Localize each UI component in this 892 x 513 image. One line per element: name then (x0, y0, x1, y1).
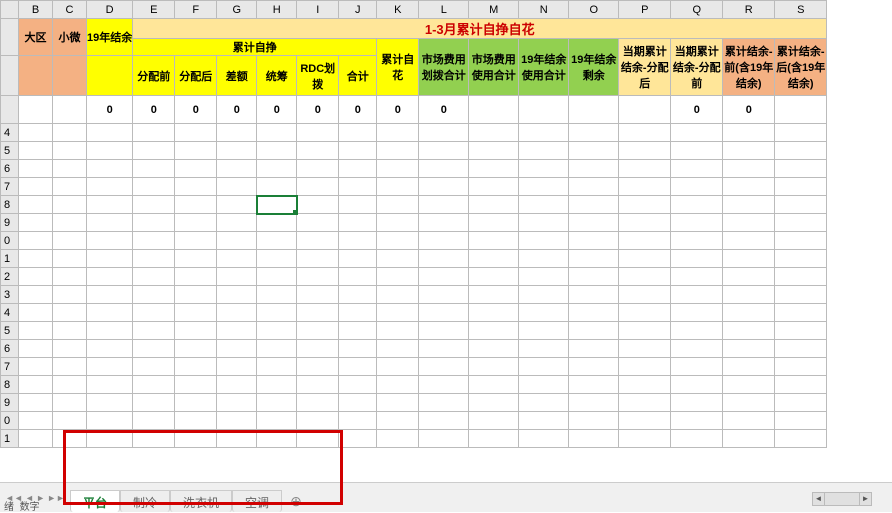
col-L[interactable]: L (419, 1, 469, 19)
row-hdr-11[interactable]: 1 (1, 250, 19, 268)
col-P[interactable]: P (619, 1, 671, 19)
data-E[interactable]: 0 (133, 96, 175, 124)
data-xiaowei[interactable] (53, 96, 87, 124)
sub-daqu[interactable] (19, 56, 53, 96)
row-hdr-data[interactable] (1, 96, 19, 124)
row-hdr-15[interactable]: 5 (1, 322, 19, 340)
data-O[interactable] (569, 96, 619, 124)
status-text: 绪 数字 (4, 498, 40, 513)
col-B[interactable]: B (19, 1, 53, 19)
col-O[interactable]: O (569, 1, 619, 19)
row-hdr-9[interactable]: 9 (1, 214, 19, 232)
col-F[interactable]: F (175, 1, 217, 19)
col-N[interactable]: N (519, 1, 569, 19)
data-K[interactable]: 0 (377, 96, 419, 124)
row-hdr-4[interactable]: 4 (1, 124, 19, 142)
cell-19sy[interactable]: 19年结余使用合计 (519, 39, 569, 96)
column-header-row: B C D E F G H I J K L M N O P Q R S (1, 1, 827, 19)
col-K[interactable]: K (377, 1, 419, 19)
row-hdr-12[interactable]: 2 (1, 268, 19, 286)
cell-leiji-zizhen[interactable]: 累计自挣 (133, 39, 377, 56)
row-hdr-14[interactable]: 4 (1, 304, 19, 322)
row-hdr-21[interactable]: 1 (1, 430, 19, 448)
cell-fenpei-hou[interactable]: 分配后 (175, 56, 217, 96)
col-J[interactable]: J (339, 1, 377, 19)
row-hdr-13[interactable]: 3 (1, 286, 19, 304)
col-C[interactable]: C (53, 1, 87, 19)
row-hdr-18[interactable]: 8 (1, 376, 19, 394)
merged-title[interactable]: 1-3月累计自挣自花 (133, 19, 827, 39)
col-M[interactable]: M (469, 1, 519, 19)
sheet-tabs: 平台 制冷 洗衣机 空调 ⊕ (70, 490, 310, 512)
scroll-left-icon[interactable]: ◄ (813, 493, 825, 505)
cell-chae[interactable]: 差额 (217, 56, 257, 96)
data-L[interactable]: 0 (419, 96, 469, 124)
data-S[interactable] (775, 96, 827, 124)
row-hdr-1-2[interactable] (1, 19, 19, 56)
row-hdr-16[interactable]: 6 (1, 340, 19, 358)
scroll-right-icon[interactable]: ► (859, 493, 871, 505)
data-daqu[interactable] (19, 96, 53, 124)
cell-xiaowei[interactable]: 小微 (53, 19, 87, 56)
data-N[interactable] (519, 96, 569, 124)
data-J[interactable]: 0 (339, 96, 377, 124)
row-hdr-19[interactable]: 9 (1, 394, 19, 412)
cell-19jieyu[interactable]: 19年结余 (87, 19, 133, 56)
col-G[interactable]: G (217, 1, 257, 19)
data-F[interactable]: 0 (175, 96, 217, 124)
cell-rdc[interactable]: RDC划拨 (297, 56, 339, 96)
data-I[interactable]: 0 (297, 96, 339, 124)
data-R[interactable]: 0 (723, 96, 775, 124)
row-hdr-7[interactable]: 7 (1, 178, 19, 196)
row-hdr-17[interactable]: 7 (1, 358, 19, 376)
sub-19[interactable] (87, 56, 133, 96)
cell-lj-hou[interactable]: 累计结余-后(含19年结余) (775, 39, 827, 96)
data-M[interactable] (469, 96, 519, 124)
col-Q[interactable]: Q (671, 1, 723, 19)
col-H[interactable]: H (257, 1, 297, 19)
col-D[interactable]: D (87, 1, 133, 19)
cell-tongchou[interactable]: 统筹 (257, 56, 297, 96)
cell-19sy2[interactable]: 19年结余剩余 (569, 39, 619, 96)
row-hdr-5[interactable]: 5 (1, 142, 19, 160)
data-D[interactable]: 0 (87, 96, 133, 124)
cell-leiji-zihua[interactable]: 累计自花 (377, 39, 419, 96)
row-hdr-10[interactable]: 0 (1, 232, 19, 250)
corner-cell[interactable] (1, 1, 19, 19)
cell-heji[interactable]: 合计 (339, 56, 377, 96)
cell-sc-hb[interactable]: 市场费用划拨合计 (419, 39, 469, 96)
cell-dq-qian[interactable]: 当期累计结余-分配前 (671, 39, 723, 96)
sheet-tab-pingtai[interactable]: 平台 (70, 490, 120, 512)
data-H[interactable]: 0 (257, 96, 297, 124)
row-hdr-3[interactable] (1, 56, 19, 96)
sheet-tab-zhileng[interactable]: 制冷 (120, 490, 170, 512)
row-hdr-20[interactable]: 0 (1, 412, 19, 430)
cell-lj-qian[interactable]: 累计结余-前(含19年结余) (723, 39, 775, 96)
tab-last-icon[interactable]: ►► (47, 493, 65, 503)
col-E[interactable]: E (133, 1, 175, 19)
cell-sc-sy[interactable]: 市场费用使用合计 (469, 39, 519, 96)
sheet-tab-xiyiji[interactable]: 洗衣机 (170, 490, 232, 512)
col-I[interactable]: I (297, 1, 339, 19)
add-sheet-button[interactable]: ⊕ (282, 490, 310, 512)
cell-dq-hou[interactable]: 当期累计结余-分配后 (619, 39, 671, 96)
row-hdr-8[interactable]: 8 (1, 196, 19, 214)
data-P[interactable] (619, 96, 671, 124)
cell-fenpei-qian[interactable]: 分配前 (133, 56, 175, 96)
cell-daqu[interactable]: 大区 (19, 19, 53, 56)
sheet-tab-strip: ◄◄ ◄ ► ►► 平台 制冷 洗衣机 空调 ⊕ ◄ ► (0, 482, 892, 512)
sheet-tab-kongdiao[interactable]: 空调 (232, 490, 282, 512)
col-R[interactable]: R (723, 1, 775, 19)
spreadsheet-grid[interactable]: B C D E F G H I J K L M N O P Q R S 大区 小… (0, 0, 892, 482)
sub-xiaowei[interactable] (53, 56, 87, 96)
col-S[interactable]: S (775, 1, 827, 19)
data-G[interactable]: 0 (217, 96, 257, 124)
selected-cell-H8[interactable] (257, 196, 297, 214)
horizontal-scrollbar[interactable]: ◄ ► (812, 492, 872, 506)
data-Q[interactable]: 0 (671, 96, 723, 124)
data-row: 0 0 0 0 0 0 0 0 0 0 0 (1, 96, 827, 124)
row-hdr-6[interactable]: 6 (1, 160, 19, 178)
